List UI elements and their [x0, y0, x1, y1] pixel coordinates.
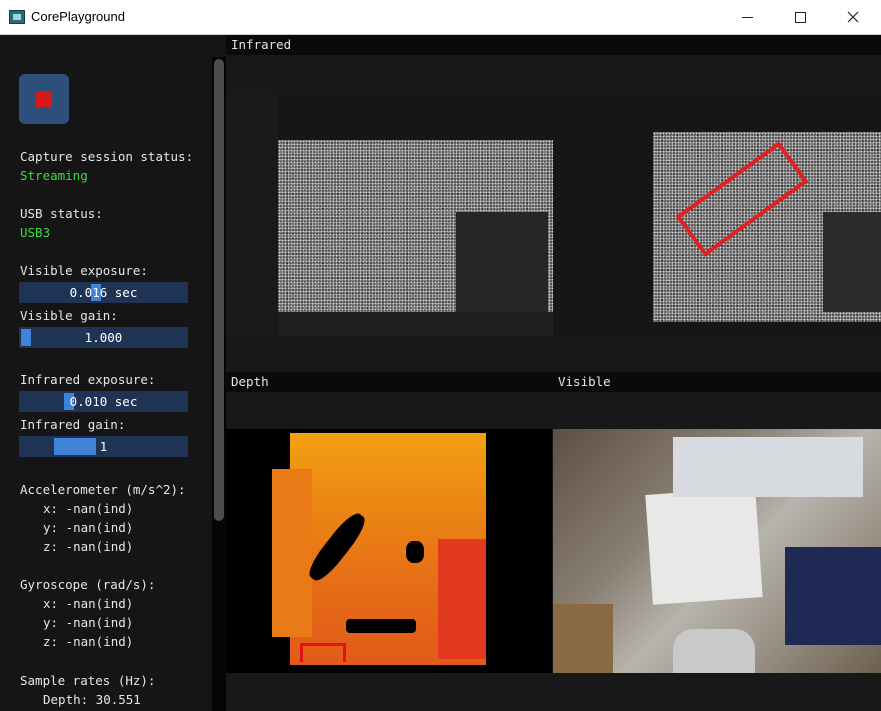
visible-pane-title[interactable]: Visible	[553, 372, 881, 392]
gyroscope-x: x: -nan(ind)	[43, 596, 134, 611]
close-icon	[847, 11, 859, 23]
infrared-pane-footer	[226, 336, 881, 372]
visible-gain-slider[interactable]: 1.000	[19, 327, 188, 348]
stream-view-area: Infrared Depth Visible	[226, 35, 881, 711]
accelerometer-x: x: -nan(ind)	[43, 501, 134, 516]
infrared-gain-slider[interactable]: 1	[19, 436, 188, 457]
stop-icon	[36, 91, 52, 107]
visible-exposure-label: Visible exposure:	[20, 263, 148, 278]
gyroscope-y: y: -nan(ind)	[43, 615, 134, 630]
close-button[interactable]	[826, 0, 880, 34]
infrared-gain-label: Infrared gain:	[20, 417, 126, 432]
infrared-image-left	[226, 92, 553, 336]
usb-status-value: USB3	[20, 225, 51, 240]
gyroscope-z: z: -nan(ind)	[43, 634, 134, 649]
infrared-pane-title[interactable]: Infrared	[226, 35, 881, 55]
minimize-button[interactable]	[720, 0, 774, 34]
usb-status-label: USB status:	[20, 206, 103, 221]
lower-pane-footer	[226, 673, 881, 711]
slider-value: 1.000	[84, 330, 123, 345]
slider-value: 0.016 sec	[69, 285, 138, 300]
title-bar[interactable]: CorePlayground	[0, 0, 881, 35]
slider-value: 0.010 sec	[69, 394, 138, 409]
visible-gain-label: Visible gain:	[20, 308, 118, 323]
infrared-exposure-slider[interactable]: 0.010 sec	[19, 391, 188, 412]
control-panel: Capture session status: Streaming USB st…	[3, 35, 226, 711]
accelerometer-label: Accelerometer (m/s^2):	[20, 482, 186, 497]
app-window: CorePlayground Capture session status: S…	[0, 0, 881, 711]
scrollbar-thumb[interactable]	[214, 59, 224, 521]
accelerometer-y: y: -nan(ind)	[43, 520, 134, 535]
infrared-pane-header-space	[226, 55, 881, 92]
app-icon	[9, 10, 25, 24]
gyroscope-label: Gyroscope (rad/s):	[20, 577, 156, 592]
infrared-exposure-label: Infrared exposure:	[20, 372, 156, 387]
depth-pane-title[interactable]: Depth	[226, 372, 553, 392]
capture-status-label: Capture session status:	[20, 149, 194, 164]
depth-image	[226, 429, 552, 673]
visible-exposure-slider[interactable]: 0.016 sec	[19, 282, 188, 303]
slider-value: 1	[99, 439, 108, 454]
stop-capture-button[interactable]	[19, 74, 69, 124]
sidebar-scrollbar[interactable]	[212, 57, 226, 711]
accelerometer-z: z: -nan(ind)	[43, 539, 134, 554]
window-title: CorePlayground	[31, 9, 125, 24]
capture-status-value: Streaming	[20, 168, 88, 183]
sample-rate-depth: Depth: 30.551	[43, 692, 141, 707]
maximize-button[interactable]	[773, 0, 827, 34]
infrared-image-right	[553, 92, 881, 336]
visible-image	[553, 429, 881, 673]
lower-pane-header-space	[226, 392, 881, 429]
sample-rates-label: Sample rates (Hz):	[20, 673, 156, 688]
